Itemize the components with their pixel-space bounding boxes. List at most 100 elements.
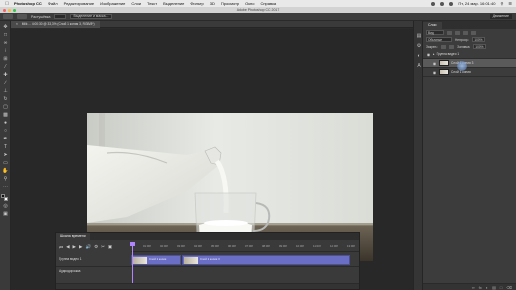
layer-thumbnail [439, 69, 449, 75]
eyedropper-tool-icon[interactable]: ⁄ [2, 64, 9, 70]
close-window-button[interactable] [3, 8, 6, 12]
gradient-tool-icon[interactable]: ▩ [2, 112, 9, 118]
adjustments-panel-icon[interactable]: ◐ [416, 53, 422, 59]
quick-select-tool-icon[interactable]: ⁝ [2, 48, 9, 54]
apple-menu-icon[interactable]:  [0, 1, 14, 7]
eye-icon[interactable]: ◉ [432, 61, 437, 66]
shape-tool-icon[interactable]: ▭ [2, 160, 9, 166]
go-to-first-frame-icon[interactable]: ⏮ [59, 245, 63, 250]
filter-shape-icon[interactable] [471, 30, 476, 35]
tab-timeline[interactable]: Шкала времени [56, 233, 90, 240]
fx-icon[interactable]: fx [479, 285, 482, 290]
refine-edge-button[interactable]: Выделение и маска... [70, 14, 112, 19]
audio-track-name[interactable]: Аудиодорожка [59, 269, 80, 273]
marquee-tool-icon[interactable]: □ [2, 32, 9, 38]
properties-panel-icon[interactable]: ⚙ [416, 43, 422, 49]
lasso-tool-icon[interactable]: ∞ [2, 40, 9, 46]
zoom-window-button[interactable] [13, 8, 16, 12]
menu-image[interactable]: Изображение [100, 1, 125, 6]
dodge-tool-icon[interactable]: ○ [2, 128, 9, 134]
status-icon[interactable] [431, 1, 436, 6]
menu-3d[interactable]: 3D [210, 1, 215, 6]
screen-mode-icon[interactable]: ▣ [2, 211, 9, 217]
mask-icon[interactable]: ◐ [486, 285, 488, 290]
transition-icon[interactable]: ▣ [108, 244, 112, 250]
fill-input[interactable]: 100% [473, 44, 487, 49]
eraser-tool-icon[interactable]: ▢ [2, 104, 9, 110]
menu-select[interactable]: Выделение [163, 1, 184, 6]
lock-pixels-icon[interactable] [441, 44, 447, 49]
more-tools-icon[interactable]: ⋯ [2, 184, 9, 190]
feather-input[interactable] [54, 14, 67, 19]
macos-menu-bar:  Photoshop CC Файл Редактирование Изобр… [0, 0, 516, 7]
notification-icon[interactable]: ☰ [508, 1, 512, 6]
clone-stamp-icon[interactable]: ⊥ [2, 88, 9, 94]
eye-icon[interactable]: ◉ [426, 52, 431, 57]
wifi-icon[interactable] [440, 1, 445, 6]
layer-row[interactable]: ◉ Слой 1 копия [423, 68, 516, 77]
minimize-window-button[interactable] [8, 8, 11, 12]
text-tool-icon[interactable]: T [2, 144, 9, 150]
settings-icon[interactable]: ⚙ [94, 244, 98, 250]
previous-frame-icon[interactable]: ◀ [66, 244, 69, 250]
move-tool-icon[interactable]: ✥ [2, 24, 9, 30]
video-clip[interactable]: Слой 1 копия 3 [182, 255, 350, 265]
filter-adjustment-icon[interactable] [455, 30, 460, 35]
crop-tool-icon[interactable]: ⊞ [2, 56, 9, 62]
opacity-input[interactable]: 100% [472, 37, 486, 42]
lock-position-icon[interactable] [449, 44, 455, 49]
ruler-tick: 03:00f [177, 244, 185, 248]
ruler-tick: 01:00f [143, 244, 151, 248]
menu-clock[interactable]: Пт, 24 мар. 16:01:40 [458, 1, 495, 6]
close-icon[interactable]: × [16, 22, 18, 26]
character-panel-icon[interactable]: A [416, 63, 422, 69]
next-frame-icon[interactable]: ▶ [79, 244, 82, 250]
healing-brush-icon[interactable]: ✚ [2, 72, 9, 78]
filter-pixel-icon[interactable] [447, 30, 452, 35]
menu-help[interactable]: Справка [260, 1, 276, 6]
filter-type-icon[interactable] [463, 30, 468, 35]
menu-layers[interactable]: Слои [131, 1, 141, 6]
search-icon[interactable]: ⚲ [500, 1, 503, 6]
path-select-icon[interactable]: ➤ [2, 152, 9, 158]
menu-type[interactable]: Текст [147, 1, 157, 6]
menu-edit[interactable]: Редактирование [64, 1, 94, 6]
document-tab[interactable]: × Milk ... 4:00:30 @ 33,3% (Слой 1 копия… [11, 21, 100, 28]
layer-row-selected[interactable]: ◉ Слой 1 копия 3 [423, 59, 516, 68]
current-tool-icon[interactable] [3, 14, 13, 19]
new-layer-icon[interactable]: □ [500, 285, 502, 290]
blend-mode-select[interactable]: Обычные [426, 37, 452, 42]
layer-kind-filter[interactable]: Вид [426, 30, 444, 35]
play-icon[interactable]: ▶ [73, 244, 76, 250]
window-controls [3, 8, 16, 12]
blur-tool-icon[interactable]: ● [2, 120, 9, 126]
brush-tool-icon[interactable]: ∕ [2, 80, 9, 86]
trash-icon[interactable]: ⌫ [506, 285, 512, 290]
eye-icon[interactable]: ◉ [432, 70, 437, 75]
video-track-name[interactable]: Группа видео 1 [59, 257, 82, 261]
link-layers-icon[interactable]: ∞ [472, 285, 475, 290]
battery-icon[interactable] [449, 1, 454, 6]
workspace-switcher[interactable]: Движение [489, 14, 512, 19]
zoom-tool-icon[interactable]: ⚲ [2, 176, 9, 182]
selection-mode-icon[interactable] [17, 14, 27, 19]
menu-app-name[interactable]: Photoshop CC [14, 1, 42, 6]
layer-row-group[interactable]: ◉ ▸ Группа видео 1 [423, 50, 516, 59]
hand-tool-icon[interactable]: ✋ [2, 168, 9, 174]
history-panel-icon[interactable]: ▤ [416, 33, 422, 39]
quick-mask-icon[interactable]: ◎ [2, 203, 9, 209]
audio-icon[interactable]: 🔊 [85, 244, 91, 250]
history-brush-icon[interactable]: ↻ [2, 96, 9, 102]
new-group-icon[interactable]: ▤ [492, 285, 496, 290]
menu-filter[interactable]: Фильтр [190, 1, 203, 6]
menu-window[interactable]: Окно [245, 1, 254, 6]
menu-file[interactable]: Файл [48, 1, 58, 6]
timeline-ruler[interactable]: 01:00f 02:00f 03:00f 04:00f 05:00f 06:00… [131, 242, 359, 252]
video-clip[interactable]: Слой 1 копия [131, 255, 181, 265]
split-icon[interactable]: ✂ [101, 244, 105, 250]
pen-tool-icon[interactable]: ✒ [2, 136, 9, 142]
menu-view[interactable]: Просмотр [221, 1, 239, 6]
playhead-line[interactable] [132, 242, 133, 289]
background-color-swatch[interactable] [4, 197, 8, 201]
tab-layers[interactable]: Слои [423, 22, 442, 29]
